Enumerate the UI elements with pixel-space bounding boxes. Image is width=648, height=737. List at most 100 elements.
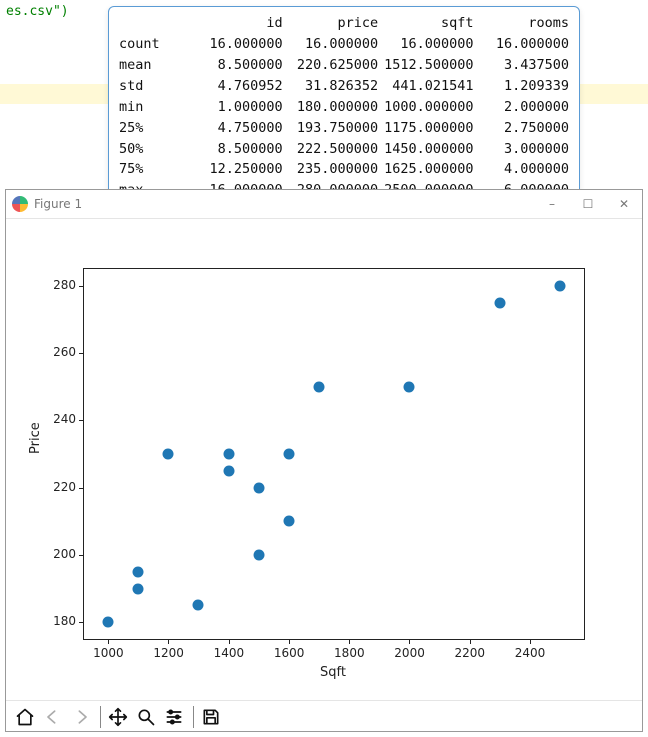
x-tick-label: 1200 [153, 646, 184, 660]
describe-row-label: 25% [119, 118, 187, 139]
y-tick [79, 555, 84, 556]
toolbar-divider [193, 706, 194, 728]
describe-cell: 4.000000 [474, 159, 569, 180]
configure-icon[interactable] [161, 704, 187, 730]
x-tick [470, 639, 471, 644]
describe-cell: 220.625000 [283, 55, 378, 76]
y-tick [79, 353, 84, 354]
describe-cell: 2.750000 [474, 118, 569, 139]
maximize-button[interactable]: ☐ [570, 190, 606, 218]
minimize-button[interactable]: – [534, 190, 570, 218]
describe-cell: 1625.000000 [378, 159, 473, 180]
scatter-point [404, 381, 415, 392]
plot-area[interactable]: 1000120014001600180020002200240018020022… [6, 219, 642, 700]
zoom-icon[interactable] [133, 704, 159, 730]
describe-row: mean8.500000220.6250001512.5000003.43750… [119, 55, 569, 76]
describe-cell: 16.000000 [378, 34, 473, 55]
x-tick [168, 639, 169, 644]
scatter-point [163, 449, 174, 460]
x-tick-label: 1600 [274, 646, 305, 660]
describe-cell: 1450.000000 [378, 139, 473, 160]
save-icon[interactable] [198, 704, 224, 730]
describe-tooltip: id price sqft rooms count16.00000016.000… [108, 6, 580, 218]
x-tick-label: 1400 [214, 646, 245, 660]
scatter-point [133, 566, 144, 577]
forward-icon[interactable] [68, 704, 94, 730]
y-tick-label: 240 [53, 412, 76, 426]
describe-cell: 3.000000 [474, 139, 569, 160]
y-tick [79, 488, 84, 489]
y-tick-label: 180 [53, 614, 76, 628]
describe-row-label: mean [119, 55, 187, 76]
scatter-point [253, 482, 264, 493]
scatter-point [223, 465, 234, 476]
home-icon[interactable] [12, 704, 38, 730]
describe-cell: 4.760952 [187, 76, 282, 97]
x-tick [229, 639, 230, 644]
x-tick-label: 2400 [515, 646, 546, 660]
describe-cell: 12.250000 [187, 159, 282, 180]
figure-window: Figure 1 – ☐ ✕ 1000120014001600180020002… [5, 189, 643, 732]
x-tick-label: 2200 [455, 646, 486, 660]
x-tick-label: 2000 [394, 646, 425, 660]
x-tick [530, 639, 531, 644]
scatter-point [313, 381, 324, 392]
x-axis-label: Sqft [320, 665, 346, 680]
describe-row-label: 50% [119, 139, 187, 160]
describe-cell: 180.000000 [283, 97, 378, 118]
describe-cell: 16.000000 [187, 34, 282, 55]
y-tick [79, 420, 84, 421]
x-tick-label: 1000 [93, 646, 124, 660]
describe-row-label: min [119, 97, 187, 118]
describe-cell: 31.826352 [283, 76, 378, 97]
describe-cell: 3.437500 [474, 55, 569, 76]
x-tick [289, 639, 290, 644]
toolbar-divider [100, 706, 101, 728]
describe-cell: 8.500000 [187, 139, 282, 160]
describe-cell: 441.021541 [378, 76, 473, 97]
describe-row-label: std [119, 76, 187, 97]
describe-cell: 193.750000 [283, 118, 378, 139]
scatter-point [283, 516, 294, 527]
figure-toolbar [6, 700, 642, 732]
back-icon[interactable] [40, 704, 66, 730]
scatter-point [193, 600, 204, 611]
scatter-point [103, 617, 114, 628]
describe-cell: 222.500000 [283, 139, 378, 160]
describe-cell: 1000.000000 [378, 97, 473, 118]
y-tick-label: 260 [53, 345, 76, 359]
describe-row: min1.000000180.0000001000.0000002.000000 [119, 97, 569, 118]
x-tick [349, 639, 350, 644]
describe-cell: 16.000000 [283, 34, 378, 55]
describe-row-label: 75% [119, 159, 187, 180]
describe-cell: 1.209339 [474, 76, 569, 97]
describe-row: 50%8.500000222.5000001450.0000003.000000 [119, 139, 569, 160]
scatter-point [133, 583, 144, 594]
y-tick-label: 220 [53, 480, 76, 494]
describe-row: count16.00000016.00000016.00000016.00000… [119, 34, 569, 55]
describe-cell: 8.500000 [187, 55, 282, 76]
describe-cell: 4.750000 [187, 118, 282, 139]
describe-cell: 1512.500000 [378, 55, 473, 76]
describe-cell: 2.000000 [474, 97, 569, 118]
scatter-point [253, 549, 264, 560]
describe-cell: 1175.000000 [378, 118, 473, 139]
y-tick-label: 200 [53, 547, 76, 561]
x-tick [409, 639, 410, 644]
describe-cell: 16.000000 [474, 34, 569, 55]
describe-row: 75%12.250000235.0000001625.0000004.00000… [119, 159, 569, 180]
scatter-point [223, 449, 234, 460]
y-axis-label: Price [28, 422, 43, 454]
scatter-point [554, 280, 565, 291]
describe-cell: 1.000000 [187, 97, 282, 118]
scatter-point [494, 297, 505, 308]
close-button[interactable]: ✕ [606, 190, 642, 218]
describe-cell: 235.000000 [283, 159, 378, 180]
pan-icon[interactable] [105, 704, 131, 730]
describe-row: std4.76095231.826352441.0215411.209339 [119, 76, 569, 97]
figure-titlebar[interactable]: Figure 1 – ☐ ✕ [6, 190, 642, 219]
y-tick-label: 280 [53, 278, 76, 292]
describe-header-row: id price sqft rooms [119, 13, 569, 34]
x-tick [108, 639, 109, 644]
y-tick [79, 286, 84, 287]
